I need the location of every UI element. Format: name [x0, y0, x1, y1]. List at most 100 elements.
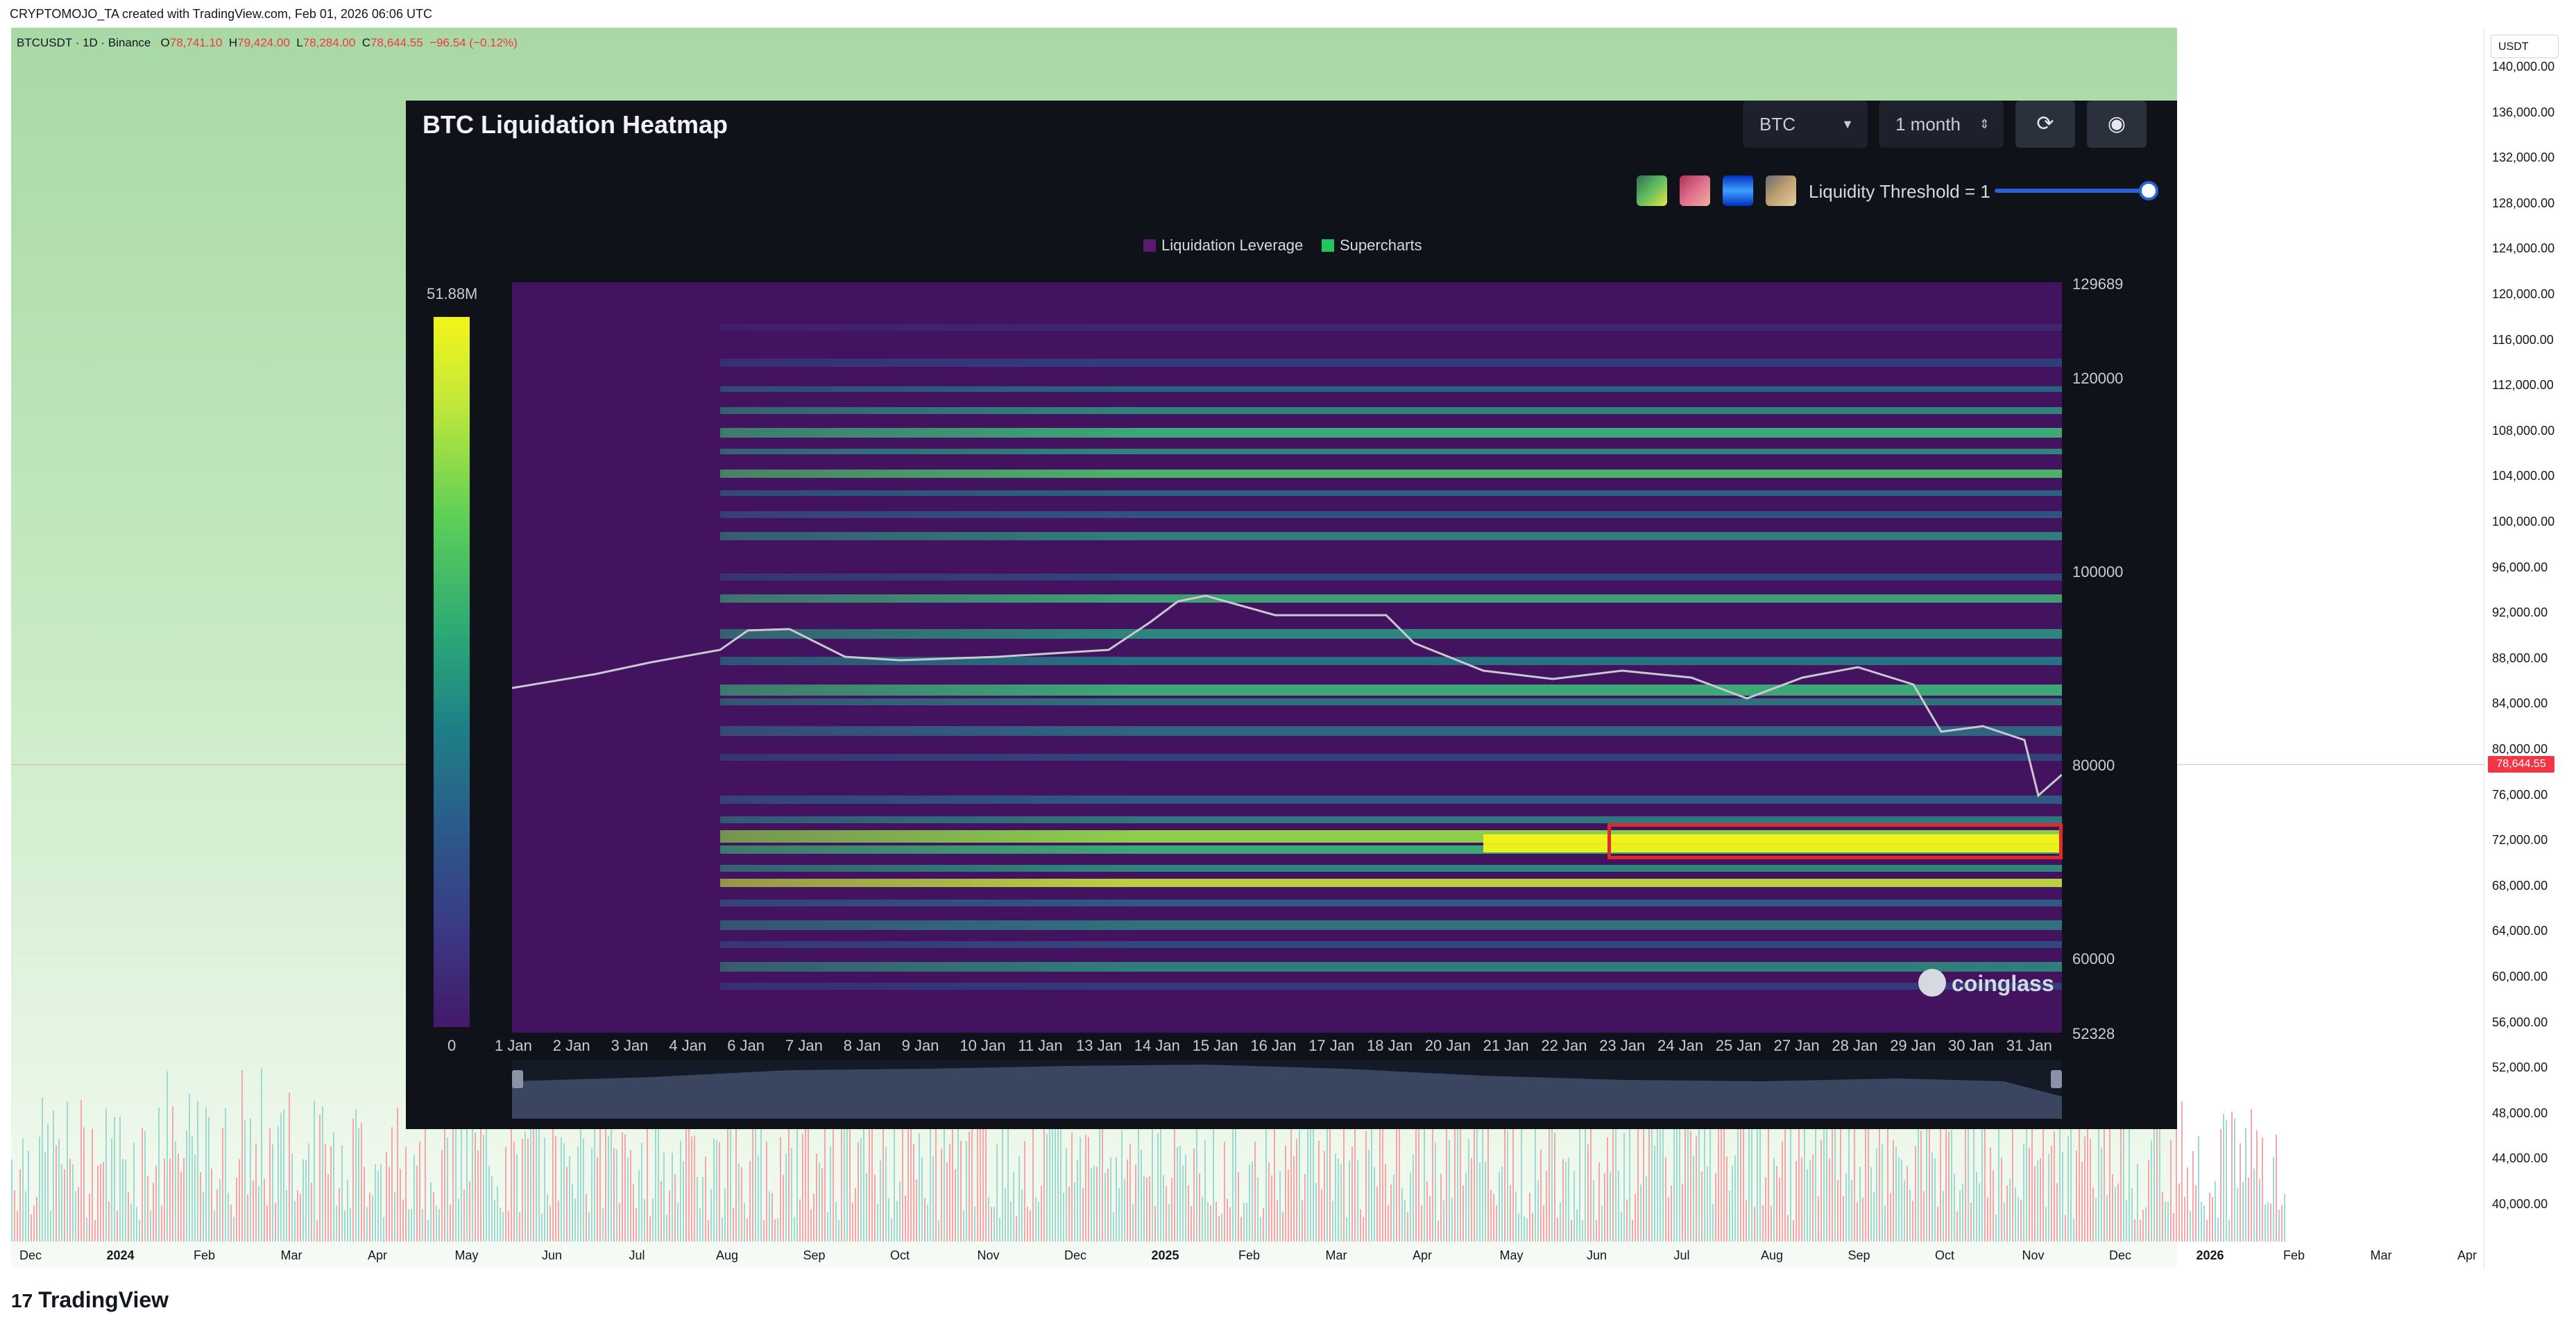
price-tick: 108,000.00: [2492, 423, 2555, 438]
volume-bar: [808, 1128, 809, 1241]
volume-bar: [452, 1126, 454, 1241]
volume-bar: [1596, 1219, 1597, 1241]
volume-bar: [358, 1128, 359, 1241]
volume-bar: [1907, 1165, 1908, 1241]
volume-bar: [1943, 1191, 1944, 1241]
volume-bar: [405, 1146, 407, 1241]
price-tick: 40,000.00: [2492, 1197, 2548, 1211]
volume-bar: [142, 1128, 143, 1241]
volume-bar: [411, 1209, 412, 1241]
volume-bar: [802, 1133, 803, 1241]
price-axis[interactable]: [2484, 28, 2576, 1269]
volume-bar: [899, 1181, 901, 1241]
volume-bar: [1066, 1148, 1067, 1241]
volume-bar: [627, 1158, 629, 1241]
legend-item-supercharts[interactable]: Supercharts: [1322, 237, 1422, 255]
volume-bar: [636, 1208, 637, 1241]
volume-bar: [1931, 1152, 1933, 1241]
coin-select[interactable]: BTC ▼: [1743, 101, 1868, 148]
volume-bar: [785, 1153, 787, 1241]
volume-bar: [1338, 1158, 1339, 1241]
volume-bar: [161, 1205, 162, 1241]
palette-rose-button[interactable]: [1680, 175, 1710, 206]
volume-bar: [1027, 1206, 1028, 1241]
range-select-value: 1 month: [1895, 114, 1961, 135]
navigator-right-handle[interactable]: [2051, 1070, 2062, 1088]
volume-bar: [1129, 1143, 1131, 1241]
navigator-left-handle[interactable]: [512, 1070, 523, 1088]
threshold-slider-track[interactable]: [1995, 189, 2151, 193]
volume-bar: [1346, 1216, 1347, 1241]
volume-bar: [1207, 1202, 1209, 1241]
volume-bar: [763, 1220, 765, 1241]
volume-bar: [1218, 1216, 1220, 1241]
tradingview-logo[interactable]: 17 TradingView: [11, 1287, 169, 1313]
heatmap-date-tick: 7 Jan: [785, 1037, 823, 1054]
volume-bar: [2217, 1217, 2219, 1241]
volume-bar: [691, 1136, 692, 1241]
volume-bar: [105, 1108, 107, 1241]
palette-gold-button[interactable]: [1766, 175, 1796, 206]
volume-bar: [541, 1213, 543, 1241]
volume-bar: [219, 1179, 221, 1241]
range-navigator[interactable]: [512, 1060, 2062, 1119]
volume-bar: [1493, 1194, 1494, 1241]
volume-bar: [1438, 1220, 1439, 1241]
volume-bar: [2098, 1119, 2099, 1241]
volume-bar: [977, 1119, 978, 1241]
threshold-slider-handle[interactable]: [2139, 181, 2158, 200]
volume-bar: [1210, 1205, 1211, 1241]
legend-item-liquidation-leverage[interactable]: Liquidation Leverage: [1143, 237, 1303, 255]
time-tick: May: [1499, 1248, 1524, 1262]
volume-bar: [1182, 1165, 1184, 1241]
price-tick: 64,000.00: [2492, 924, 2548, 938]
ohlc-legend[interactable]: BTCUSDT · 1D · Binance O78,741.10 H79,42…: [17, 36, 518, 50]
volume-bar: [183, 1158, 185, 1241]
time-tick: Mar: [280, 1248, 302, 1262]
range-select[interactable]: 1 month ⇕: [1879, 101, 2004, 148]
volume-bar: [1512, 1118, 1514, 1241]
volume-bar: [896, 1201, 898, 1241]
refresh-button[interactable]: ⟳: [2015, 101, 2075, 148]
currency-selector[interactable]: USDT: [2491, 35, 2559, 58]
volume-bar: [816, 1153, 817, 1241]
volume-bar: [586, 1194, 587, 1241]
liquidity-zone-highlight: [1607, 823, 2063, 859]
volume-bar: [1005, 1188, 1006, 1241]
volume-bar: [2234, 1118, 2235, 1241]
volume-bar: [1082, 1187, 1084, 1241]
volume-bar: [1440, 1173, 1442, 1241]
volume-bar: [1093, 1165, 1095, 1241]
volume-bar: [1887, 1114, 1888, 1241]
volume-bar: [813, 1193, 814, 1241]
volume-bar: [1679, 1124, 1680, 1241]
heatmap-date-tick: 8 Jan: [843, 1037, 881, 1054]
palette-blue-button[interactable]: [1723, 175, 1753, 206]
volume-bar: [42, 1097, 43, 1241]
palette-viridis-button[interactable]: [1637, 175, 1667, 206]
volume-bar: [336, 1205, 337, 1241]
volume-bar: [1396, 1123, 1397, 1241]
volume-bar: [2115, 1187, 2116, 1241]
volume-bar: [533, 1111, 534, 1241]
price-tick: 104,000.00: [2492, 469, 2555, 483]
volume-bar: [1227, 1198, 1228, 1241]
volume-bar: [497, 1186, 498, 1241]
volume-bar: [117, 1210, 118, 1241]
low-value: 78,284.00: [302, 36, 356, 49]
volume-bar: [1707, 1166, 1708, 1241]
heatmap-date-tick: 11 Jan: [1018, 1037, 1063, 1054]
volume-bar: [47, 1124, 49, 1241]
volume-bar: [1837, 1180, 1839, 1241]
volume-bar: [522, 1139, 523, 1241]
volume-bar: [2251, 1109, 2252, 1241]
volume-bar: [1560, 1202, 1561, 1241]
screenshot-button[interactable]: ◉: [2087, 101, 2147, 148]
price-tick: 140,000.00: [2492, 60, 2555, 74]
volume-bar: [253, 1180, 254, 1241]
volume-bar: [1249, 1164, 1250, 1241]
liquidation-heatmap[interactable]: [512, 282, 2062, 1033]
volume-bar: [652, 1198, 654, 1241]
time-axis[interactable]: Dec 2024 Feb Mar Apr May Jun Jul Aug Sep Oct Nov Dec…: [0, 1241, 2576, 1269]
volume-bar: [555, 1136, 556, 1241]
